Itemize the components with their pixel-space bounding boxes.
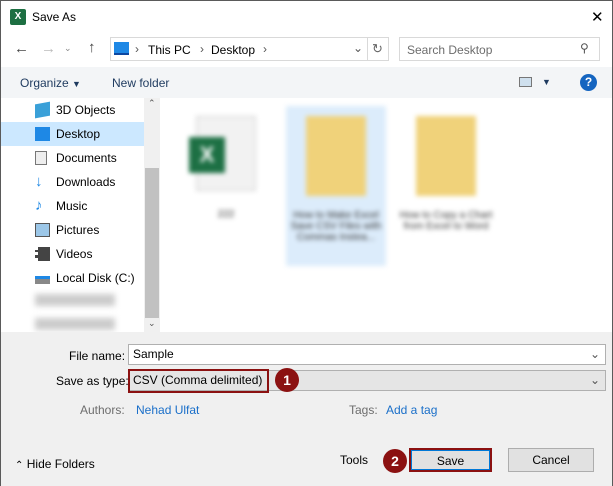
sidebar-item-documents[interactable]: Documents bbox=[1, 146, 144, 170]
breadcrumb-this-pc[interactable]: This PC bbox=[148, 43, 191, 57]
toolbar: Organize ▼ New folder ▼ ? bbox=[1, 67, 612, 98]
view-icon[interactable] bbox=[519, 77, 532, 87]
authors-value[interactable]: Nehad Ulfat bbox=[136, 403, 199, 417]
file-item[interactable]: X 222 bbox=[176, 106, 276, 266]
music-icon: ♪ bbox=[35, 197, 43, 214]
pictures-icon bbox=[35, 223, 50, 237]
add-tag-link[interactable]: Add a tag bbox=[386, 403, 437, 417]
new-folder-button[interactable]: New folder bbox=[112, 76, 169, 90]
documents-icon bbox=[35, 151, 47, 165]
address-dropdown-icon[interactable]: ⌄ bbox=[353, 41, 363, 55]
hide-folders-button[interactable]: ⌃ Hide Folders bbox=[15, 457, 95, 471]
sidebar-item-videos[interactable]: Videos bbox=[1, 242, 144, 266]
download-icon: ↓ bbox=[35, 173, 43, 190]
view-dropdown-icon[interactable]: ▼ bbox=[542, 77, 551, 87]
sidebar-item-3d-objects[interactable]: 3D Objects bbox=[1, 98, 144, 122]
folder-item[interactable]: How to Make Excel Save CSV Files with Co… bbox=[286, 106, 386, 266]
up-arrow-icon[interactable]: ↑ bbox=[88, 39, 96, 56]
tools-menu[interactable]: Tools bbox=[340, 453, 368, 467]
sidebar-item-downloads[interactable]: ↓ Downloads bbox=[1, 170, 144, 194]
address-bar[interactable]: › This PC › Desktop › ⌄ ↻ bbox=[110, 37, 389, 61]
search-input[interactable]: Search Desktop ⚲ bbox=[399, 37, 600, 61]
breadcrumb-desktop[interactable]: Desktop bbox=[211, 43, 255, 57]
cancel-button[interactable]: Cancel bbox=[508, 448, 594, 472]
save-button[interactable]: Save bbox=[409, 448, 492, 472]
sidebar-scrollbar[interactable]: ⌃ ⌄ bbox=[144, 98, 160, 332]
sidebar-item-music[interactable]: ♪ Music bbox=[1, 194, 144, 218]
dialog-title: Save As bbox=[32, 10, 77, 24]
excel-icon: X bbox=[10, 9, 26, 25]
step-1-badge: 1 bbox=[275, 368, 299, 392]
cube-icon bbox=[35, 101, 50, 119]
sidebar-item-local-disk[interactable]: Local Disk (C:) bbox=[1, 266, 144, 290]
highlight-box bbox=[128, 369, 269, 393]
blurred-drive bbox=[35, 294, 115, 306]
search-icon: ⚲ bbox=[580, 41, 589, 55]
title-bar: X Save As ✕ bbox=[1, 1, 612, 34]
blurred-drive bbox=[35, 318, 115, 330]
close-button[interactable]: ✕ bbox=[591, 8, 604, 26]
refresh-icon[interactable]: ↻ bbox=[372, 41, 383, 57]
this-pc-icon bbox=[114, 42, 129, 55]
save-options-panel: File name: Sample ⌄ Save as type: CSV (Co… bbox=[1, 332, 612, 486]
recent-chevron-icon[interactable]: ⌄ bbox=[64, 43, 72, 54]
drive-icon bbox=[35, 276, 50, 284]
file-list: X 222 How to Make Excel Save CSV Files w… bbox=[161, 98, 612, 332]
help-button[interactable]: ? bbox=[580, 74, 597, 91]
forward-arrow-icon[interactable]: → bbox=[41, 40, 56, 57]
file-name-input[interactable]: Sample ⌄ bbox=[128, 344, 606, 365]
sidebar-item-pictures[interactable]: Pictures bbox=[1, 218, 144, 242]
sidebar-item-desktop[interactable]: Desktop bbox=[1, 122, 144, 146]
organize-menu[interactable]: Organize ▼ bbox=[20, 76, 81, 90]
step-2-badge: 2 bbox=[383, 449, 407, 473]
back-arrow-icon[interactable]: ← bbox=[14, 40, 29, 57]
folder-item[interactable]: How to Copy a Chart from Excel to Word bbox=[396, 106, 496, 266]
navigation-pane: 3D Objects Desktop Documents ↓ Downloads … bbox=[1, 98, 144, 332]
desktop-icon bbox=[35, 127, 50, 141]
scroll-thumb[interactable] bbox=[145, 168, 159, 318]
videos-icon bbox=[35, 247, 50, 261]
save-as-dialog: X Save As ✕ ← → ⌄ ↑ › This PC › Desktop … bbox=[0, 0, 613, 486]
